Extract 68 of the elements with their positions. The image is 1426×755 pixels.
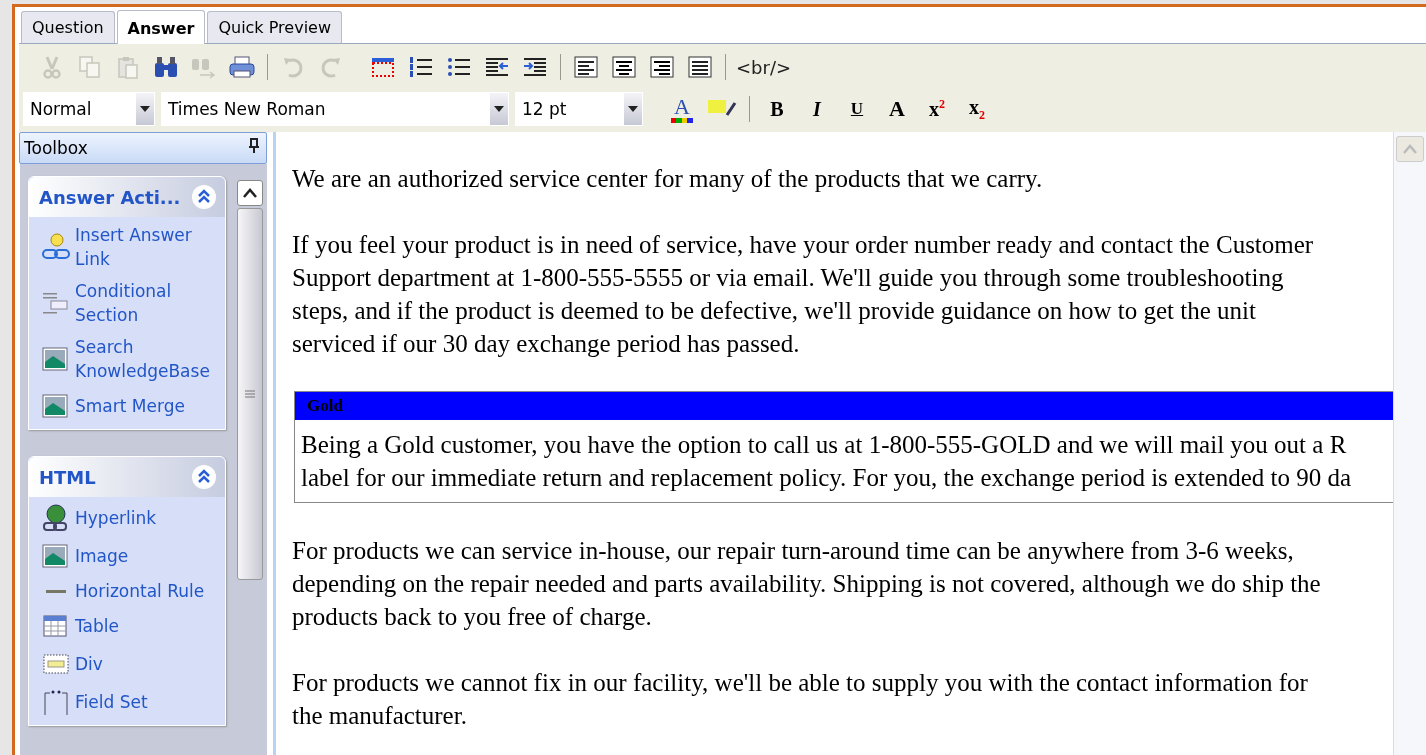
paragraph: If you feel your product is in need of service, have your order number ready and contact the Customer Support department at 1-800-555-5555 or via email. We'll guide you through some troubleshooting steps, and if the product is deemed to be defective, we'll provide guidance on how to get the unit serviced if our 30 day exchange period has passed. [292, 230, 1315, 359]
toolbox-item[interactable]: Search KnowledgeBase [41, 335, 221, 383]
toolbox-item[interactable]: Hyperlink [41, 503, 221, 533]
font-button[interactable]: A [880, 92, 914, 126]
image-icon [41, 391, 71, 421]
tab[interactable]: Answer [116, 10, 206, 44]
redo-icon [319, 55, 343, 79]
chevron-icon [191, 464, 217, 490]
subscript-button[interactable]: x$_{2}$ [960, 92, 994, 126]
tab[interactable]: Quick Preview [207, 11, 342, 43]
style-dropdown[interactable]: Normal [23, 92, 155, 126]
toolbox-title: Toolbox [24, 138, 88, 158]
lightbulb-chain-icon [41, 232, 71, 262]
toolbox-item[interactable]: Smart Merge [41, 391, 221, 421]
paragraph: For products we cannot fix in our facility, we'll be able to supply you with the contact information for the manufacturer. [292, 668, 1309, 731]
image-icon [41, 541, 71, 571]
bold-button[interactable]: B [760, 92, 794, 126]
toolbox-item[interactable]: Div [41, 649, 221, 679]
caret-icon [243, 187, 257, 198]
italic-button[interactable]: I [800, 92, 834, 126]
align-center-icon [612, 56, 636, 78]
toolbox-item[interactable]: Horizontal Rule [41, 579, 221, 603]
copy-icon [78, 55, 102, 79]
font-dropdown[interactable]: Times New Roman [161, 92, 509, 126]
toolbox-item[interactable]: Image [41, 541, 221, 571]
binoculars-icon [153, 55, 179, 79]
horizontal-line-icon [46, 589, 66, 593]
toolbox-item[interactable]: Insert Answer Link [41, 223, 221, 271]
printer-icon [228, 55, 256, 79]
borders-icon [370, 55, 396, 79]
paragraph: For products we can service in-house, our repair turn-around time can be anywhere from 3-6 weeks, depending on the repair needed and parts availability. Shipping is not covered, although we do ship the products back to you free of charge. [292, 536, 1322, 632]
scroll-up-button[interactable] [237, 180, 263, 206]
justify-icon [688, 56, 712, 78]
clipboard-icon [116, 55, 140, 79]
tab[interactable]: Question [21, 11, 115, 43]
chevron-icon [191, 184, 217, 210]
collapse-button[interactable] [191, 464, 217, 490]
undo-icon [281, 55, 305, 79]
paragraph: Being a Gold customer, you have the option to call us at 1-800-555-GOLD and we will mail you out a R label for our immediate return and replacement policy. For you, the exchange period is extended to 90 da [300, 430, 1353, 493]
group-title: HTML [39, 466, 96, 488]
caret-icon [628, 106, 638, 112]
pin-icon [248, 138, 260, 154]
indent-icon [522, 55, 548, 79]
underline-button[interactable]: U [840, 92, 874, 126]
toolbox-item[interactable]: Conditional Section [41, 279, 221, 327]
size-dropdown[interactable]: 12 pt [515, 92, 643, 126]
toolbox-item[interactable]: Field Set [41, 687, 221, 717]
font-color-button[interactable]: A [665, 92, 699, 126]
paragraph: We are an authorized service center for many of the products that we carry. [292, 164, 1044, 194]
section-header: Gold [295, 392, 1393, 420]
scissors-icon [41, 55, 63, 79]
scrollbar-thumb[interactable] [237, 208, 263, 580]
caret-icon [494, 106, 504, 112]
image-icon [41, 344, 71, 374]
caret-icon [140, 106, 150, 112]
caret-icon [1403, 143, 1417, 154]
superscript-button[interactable]: x$^{2}$ [920, 92, 954, 126]
group-title: Answer Acti... [39, 186, 181, 208]
align-right-icon [650, 56, 674, 78]
line-break-button[interactable]: <br/> [734, 50, 794, 84]
grip-icon [245, 390, 255, 398]
color-swatch-icon [671, 117, 693, 123]
outdent-icon [484, 55, 510, 79]
bullet-list-icon [446, 55, 472, 79]
collapse-button[interactable] [191, 184, 217, 210]
toolbox-item[interactable]: Table [41, 611, 221, 641]
align-left-icon [574, 56, 598, 78]
numbered-list-icon [408, 55, 434, 79]
